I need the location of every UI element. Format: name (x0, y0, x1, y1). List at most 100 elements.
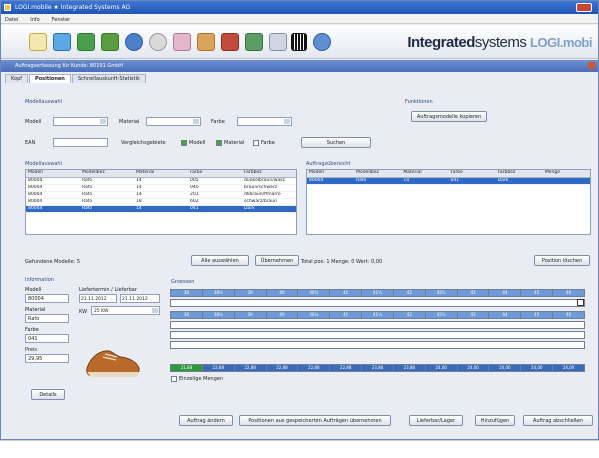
order-column-header[interactable]: Menge (543, 170, 590, 177)
menu-datei[interactable]: Datei (5, 17, 18, 23)
auftrag-abschliessen-button[interactable]: Auftrag abschließen (523, 415, 593, 426)
document-icon[interactable] (269, 33, 287, 51)
size-price-cell: 24,00 (456, 364, 490, 372)
modell-checkbox[interactable] (181, 140, 187, 146)
select-all-button[interactable]: Alle auswählen (191, 255, 249, 266)
size-price-cell: 24,00 (552, 364, 585, 372)
menu-info[interactable]: Info (30, 17, 39, 23)
ean-input[interactable] (53, 138, 108, 147)
size-mid-cell: 40½ (297, 311, 331, 319)
refresh-icon[interactable] (245, 33, 263, 51)
truck-icon[interactable] (221, 33, 239, 51)
size-input-row-3[interactable] (170, 341, 585, 349)
window-close-button[interactable] (576, 3, 592, 12)
model-column-header[interactable]: Farbe (188, 170, 242, 177)
table-cell: Dark (497, 178, 509, 183)
positionen-uebernehmen-button[interactable]: Positionen aus gespeicherten Aufträgen ü… (239, 415, 391, 426)
document-close-button[interactable] (588, 62, 595, 69)
tab-kopf[interactable]: Kopf (5, 74, 29, 83)
kw-select[interactable]: 25 KW (91, 306, 160, 315)
tab-positionen[interactable]: Positionen (29, 74, 71, 83)
size-scroll-handle[interactable] (577, 299, 584, 306)
size-input-row[interactable] (170, 321, 585, 329)
delete-position-button[interactable]: Position löschen (534, 255, 590, 266)
search-button[interactable]: Suchen (301, 137, 371, 148)
hinzufuegen-button[interactable]: Hinzufügen (475, 415, 515, 426)
tags-icon[interactable] (173, 33, 191, 51)
table-cell: 041 (450, 178, 460, 183)
vergleich-label: Vergleichsgebiete (121, 140, 166, 146)
globe-icon[interactable] (53, 33, 71, 51)
model-column-header[interactable]: Modellbez (80, 170, 134, 177)
table-cell: 14 (136, 192, 142, 197)
kw-value: 25 KW (94, 309, 109, 314)
info-material-label: Material (25, 307, 46, 313)
table-cell: Rafo (82, 206, 93, 211)
table-row[interactable]: 80004 Rafo 14 041 Dark (26, 206, 296, 213)
lieferbar-field: 21.11.2012 (120, 294, 160, 303)
einzelige-mengen-checkbox[interactable] (171, 376, 177, 382)
table-row[interactable]: 80004 Rafo 18 602 schwarz/braun (26, 199, 296, 206)
size-price-cell: 22,88 (265, 364, 299, 372)
model-column-header[interactable]: Modell (26, 170, 80, 177)
table-row[interactable]: 80004 Rafo 14 005 dunkelbraun/wasz (26, 178, 296, 185)
size-price-cell: 23,88 (361, 364, 394, 372)
info-farbe-label: Farbe (25, 327, 39, 333)
info-modell-field: 80004 (25, 294, 69, 303)
size-mid-cell: 42 (392, 311, 426, 319)
size-price-cell: 24,00 (424, 364, 458, 372)
users-icon[interactable] (125, 33, 143, 51)
person-icon[interactable] (197, 33, 215, 51)
table-row[interactable]: 80004 Rafo 14 040 braun/schwarz (26, 185, 296, 192)
menu-fenster[interactable]: Fenster (52, 17, 71, 23)
size-price-cell: 22,88 (329, 364, 363, 372)
order-column-header[interactable]: Modellbez (354, 170, 401, 177)
auftragsmodelle-button[interactable]: Auftragsmodelle kopieren (411, 111, 487, 122)
material-checkbox-label: Material (224, 140, 245, 146)
size-mid-cell: 45 (520, 311, 554, 319)
chart-icon[interactable] (77, 33, 95, 51)
order-column-header[interactable]: Farbe (449, 170, 496, 177)
size-mid-cell: 40 (265, 311, 299, 319)
order-column-header[interactable]: Material (401, 170, 448, 177)
bar-chart-icon[interactable] (101, 33, 119, 51)
model-column-header[interactable]: Farbbez (242, 170, 296, 177)
size-mid-cell: 42½ (424, 311, 458, 319)
details-button[interactable]: Details (31, 389, 65, 400)
barcode-icon[interactable] (291, 33, 307, 51)
size-mid-cell: 46 (552, 311, 585, 319)
application-window: LOGI.mobile ★ Integrated Systems AG Date… (0, 0, 599, 440)
size-header-cell: 38 (170, 289, 203, 297)
material-select[interactable] (146, 117, 201, 126)
size-mid-cell: 41 (329, 311, 363, 319)
material-checkbox[interactable] (216, 140, 222, 146)
material-label: Material (119, 119, 140, 125)
modell-select[interactable] (53, 117, 108, 126)
liefertermin-label: Liefertermin / Lieferbar (79, 287, 137, 293)
order-column-header[interactable]: Farbbez (496, 170, 543, 177)
notepad-icon[interactable] (29, 33, 47, 51)
einzelige-mengen-label: Einzelige Mengen (179, 376, 224, 382)
size-price-cell: 24,00 (520, 364, 554, 372)
table-row[interactable]: 80004 Rafo 14 201 dkbraun/ffmarro (26, 192, 296, 199)
size-input-row-2[interactable] (170, 331, 585, 339)
auftrag-aendern-button[interactable]: Auftrag ändern (179, 415, 233, 426)
table-cell: 80004 (28, 185, 43, 190)
order-column-header[interactable]: Modell (307, 170, 354, 177)
model-column-header[interactable]: Material (134, 170, 188, 177)
farbe-checkbox[interactable] (253, 140, 259, 146)
table-row[interactable]: 80004 Rafo 14 041 Dark (307, 178, 590, 185)
table-cell: dunkelbraun/wasz (244, 178, 285, 183)
lieferbar-lager-button[interactable]: Lieferbar/Lager (409, 415, 463, 426)
kw-label: KW (79, 309, 88, 315)
size-price-cell: 23,88 (392, 364, 426, 372)
liefertermin-value: 21.11.2012 (81, 297, 107, 302)
size-section-label: Groessen (171, 279, 195, 285)
uebernehmen-button[interactable]: Übernehmen (255, 255, 299, 266)
wrench-icon[interactable] (149, 33, 167, 51)
brand-thin: systems (474, 34, 527, 51)
info-material-field: Rafo (25, 314, 69, 323)
farbe-select[interactable] (237, 117, 292, 126)
satellite-icon[interactable] (313, 33, 331, 51)
tab-statistik[interactable]: Schnellauskunft-Statistik (71, 74, 146, 83)
